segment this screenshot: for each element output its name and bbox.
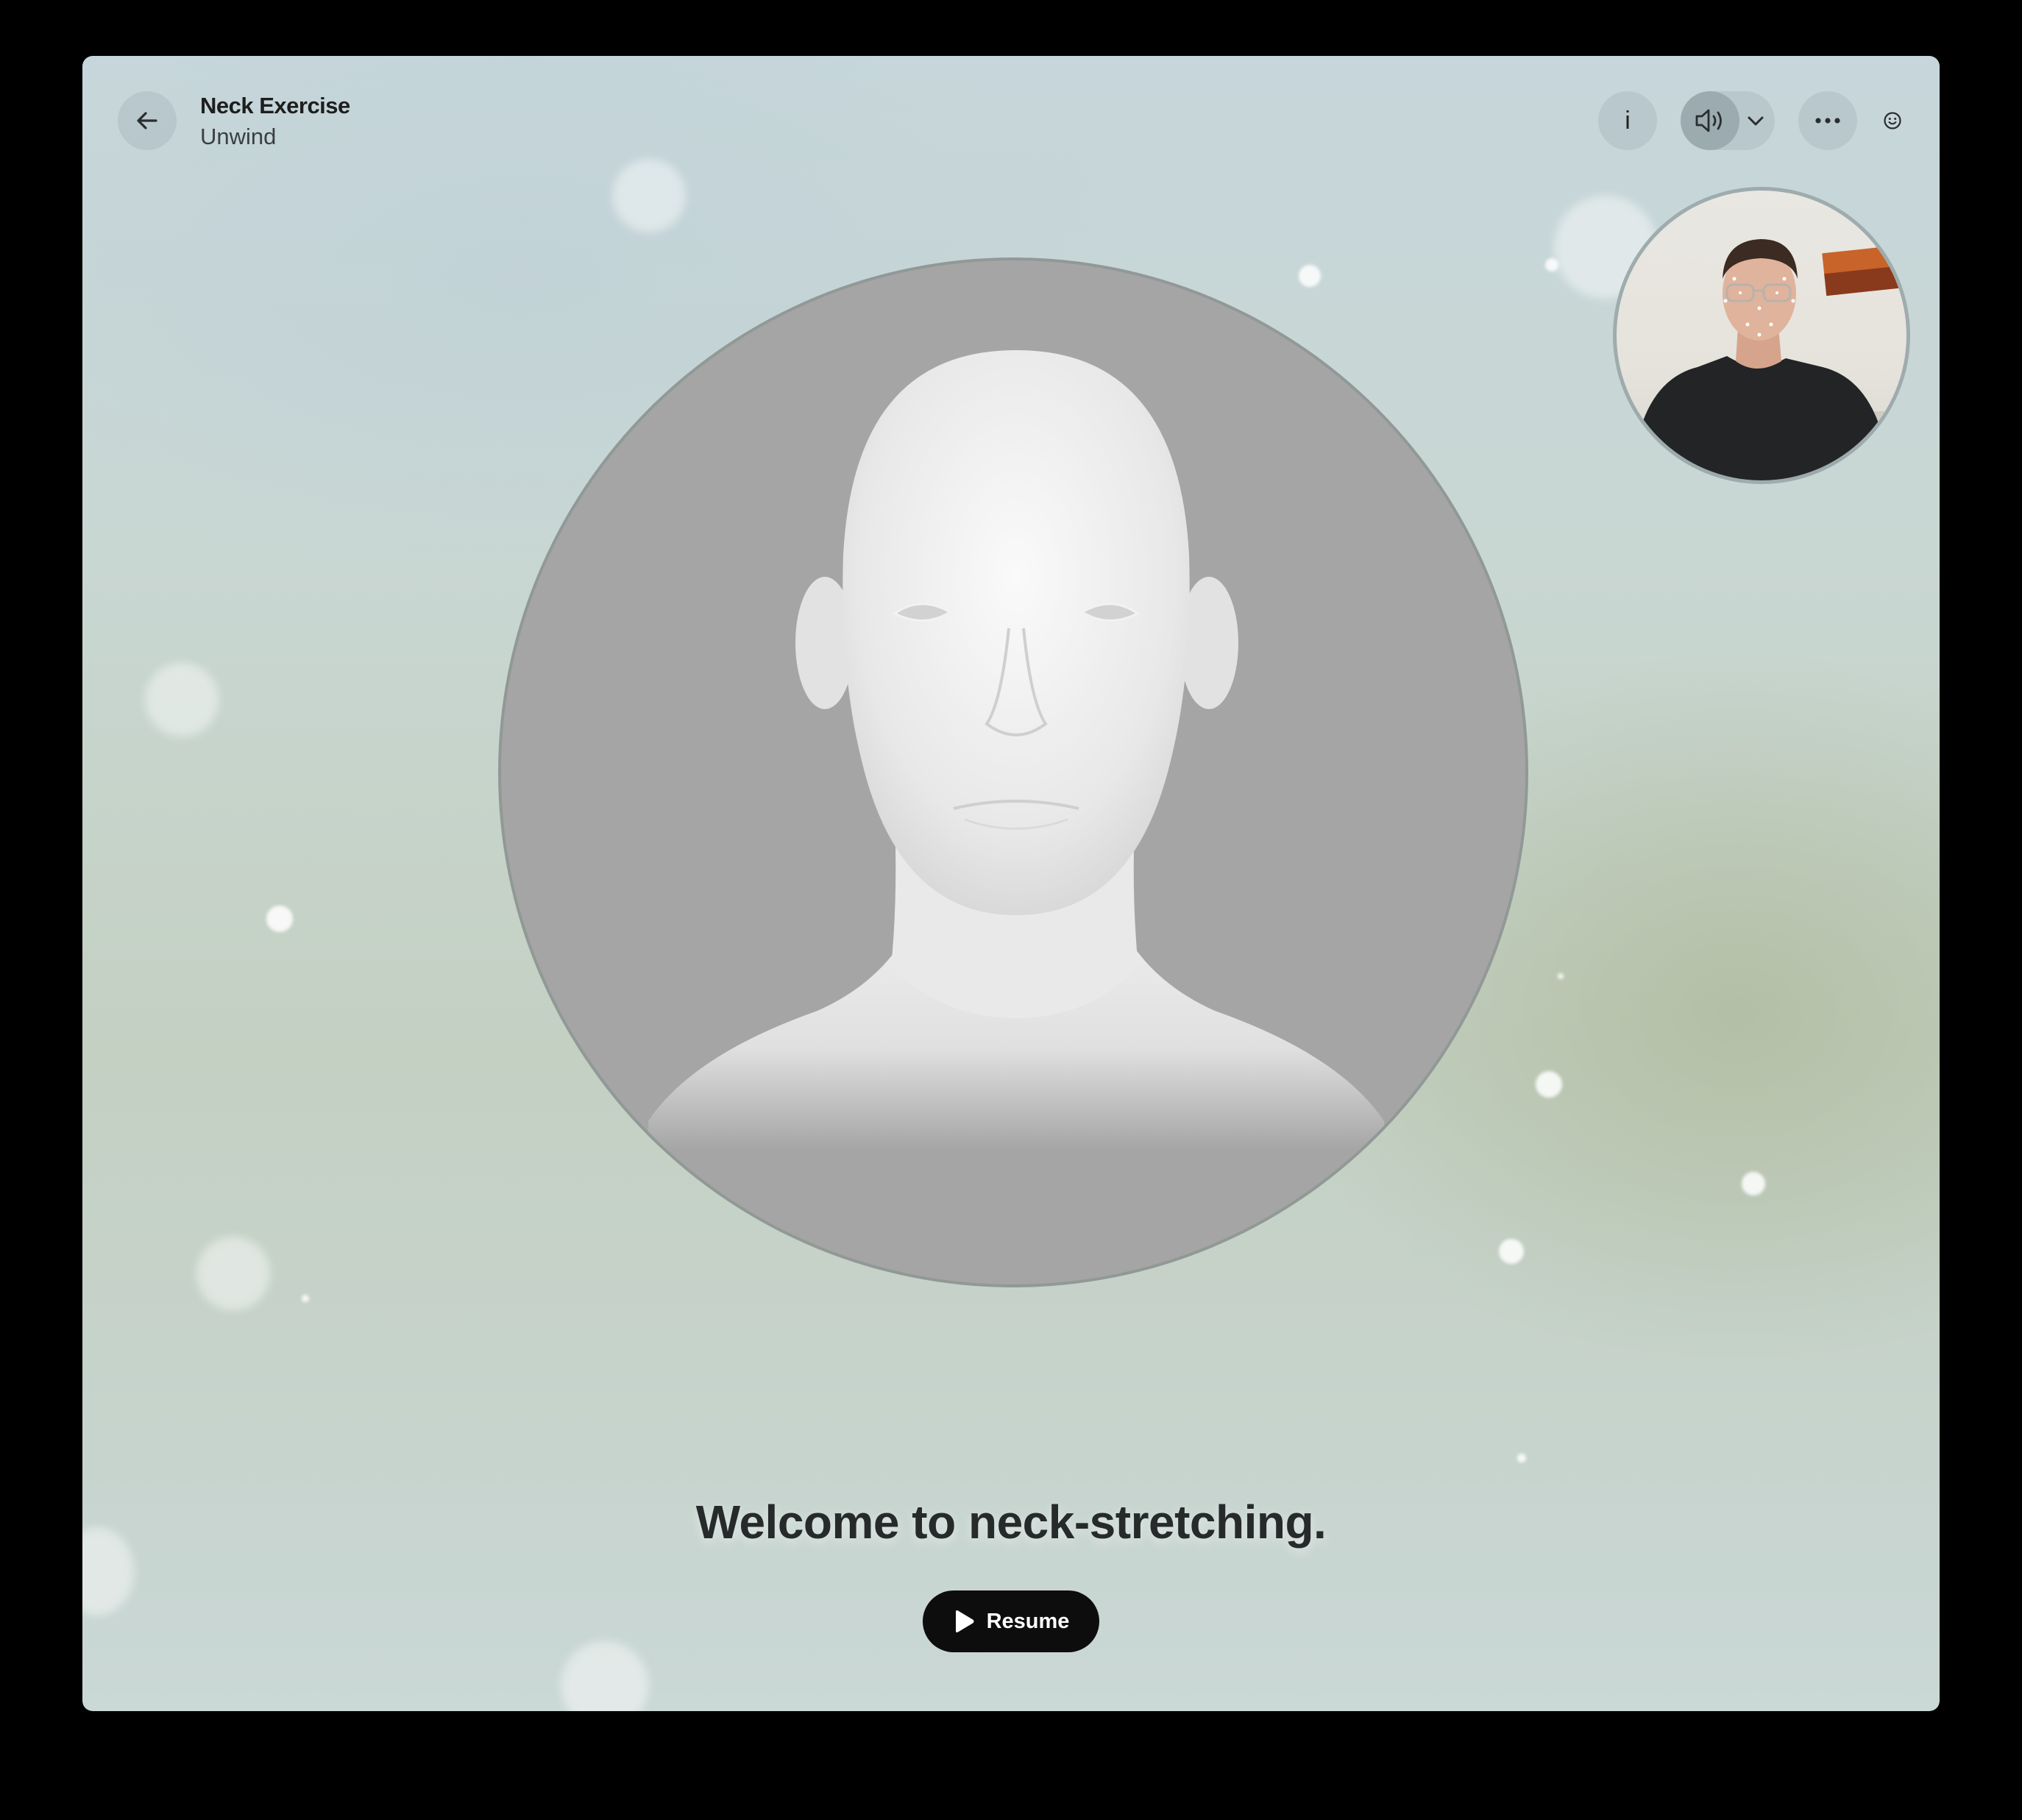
title-block: Neck Exercise Unwind — [200, 93, 350, 150]
bokeh-light — [1499, 1239, 1524, 1264]
user-video-feed — [1631, 239, 1906, 480]
bokeh-light — [1742, 1172, 1765, 1195]
app-window: Neck Exercise Unwind i Welcome to neck-s… — [82, 56, 1940, 1711]
page-subtitle: Unwind — [200, 124, 277, 149]
resume-label: Resume — [986, 1609, 1070, 1633]
arrow-left-icon — [137, 112, 157, 129]
bokeh-light — [302, 1295, 309, 1302]
bokeh-light — [1299, 265, 1321, 287]
sound-control[interactable] — [1681, 91, 1775, 150]
bokeh-light — [1536, 1071, 1562, 1098]
back-button[interactable] — [118, 91, 177, 150]
avatar-display — [498, 257, 1528, 1287]
bokeh-light — [1517, 1454, 1526, 1462]
head-model-illustration — [648, 350, 1384, 1151]
bokeh-light — [145, 663, 219, 736]
bokeh-light — [266, 906, 293, 932]
welcome-message: Welcome to neck-stretching. — [695, 1496, 1327, 1549]
play-icon — [955, 1610, 974, 1632]
bokeh-light — [196, 1237, 270, 1310]
chevron-down-icon[interactable] — [1745, 110, 1766, 131]
bokeh-light — [1558, 973, 1564, 979]
page-title: Neck Exercise — [200, 93, 350, 118]
ellipsis-icon — [1815, 118, 1840, 124]
bokeh-light — [1545, 258, 1558, 271]
more-options-button[interactable] — [1798, 91, 1857, 150]
speaker-icon — [1695, 109, 1722, 132]
face-tracking-button[interactable] — [1878, 106, 1907, 135]
bokeh-light — [612, 159, 686, 232]
camera-preview — [1613, 187, 1910, 484]
resume-button[interactable]: Resume — [923, 1590, 1099, 1652]
info-icon: i — [1625, 106, 1631, 135]
sound-toggle-button[interactable] — [1681, 91, 1739, 150]
info-button[interactable]: i — [1598, 91, 1657, 150]
bokeh-light — [561, 1641, 649, 1711]
smiley-icon — [1884, 112, 1901, 129]
